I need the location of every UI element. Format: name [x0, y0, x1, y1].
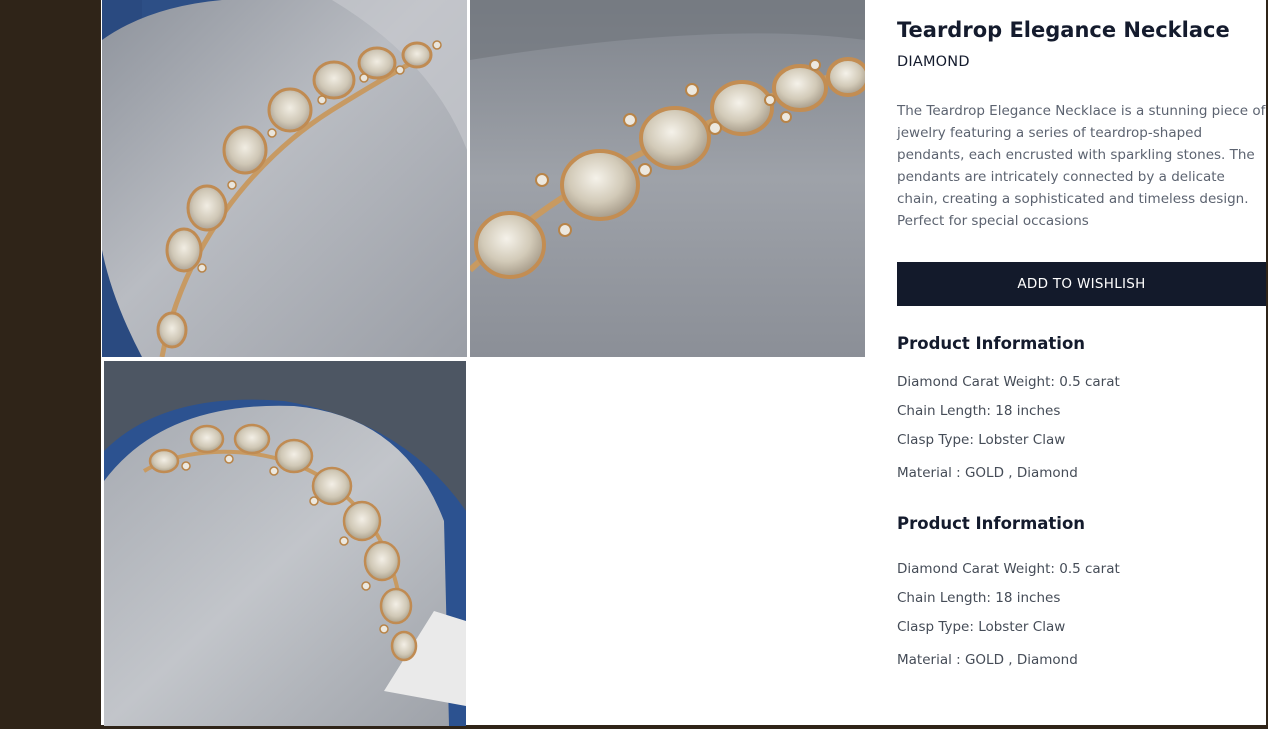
- info-chain-length: Chain Length: 18 inches: [897, 403, 1061, 419]
- info-chain-length: Chain Length: 18 inches: [897, 590, 1061, 606]
- product-description: The Teardrop Elegance Necklace is a stun…: [897, 103, 1266, 229]
- section-heading: Product Information: [897, 334, 1086, 353]
- info-clasp-type: Clasp Type: Lobster Claw: [897, 432, 1066, 448]
- info-clasp-type: Clasp Type: Lobster Claw: [897, 619, 1066, 635]
- product-gallery: [101, 0, 866, 726]
- info-carat-weight: Diamond Carat Weight: 0.5 carat: [897, 374, 1120, 390]
- product-information-section: Product Information Diamond Carat Weight…: [897, 334, 1266, 494]
- section-heading: Product Information: [897, 514, 1086, 533]
- bracelet-closeup-image: [470, 0, 865, 357]
- add-to-wishlist-button[interactable]: ADD TO WISHLISH: [897, 262, 1266, 306]
- product-category: DIAMOND: [897, 54, 970, 70]
- product-photo-3[interactable]: [104, 359, 466, 726]
- bracelet-display-image: [104, 361, 466, 726]
- product-page: Teardrop Elegance Necklace DIAMOND The T…: [101, 0, 1266, 726]
- info-carat-weight: Diamond Carat Weight: 0.5 carat: [897, 561, 1120, 577]
- product-title: Teardrop Elegance Necklace: [897, 18, 1230, 42]
- info-material: Material : GOLD , Diamond: [897, 652, 1078, 668]
- product-information-section: Product Information Diamond Carat Weight…: [897, 514, 1266, 674]
- product-photo-1[interactable]: [102, 0, 467, 357]
- product-photo-2[interactable]: [470, 0, 865, 357]
- info-material: Material : GOLD , Diamond: [897, 465, 1078, 481]
- bracelet-photo-image: [102, 0, 467, 357]
